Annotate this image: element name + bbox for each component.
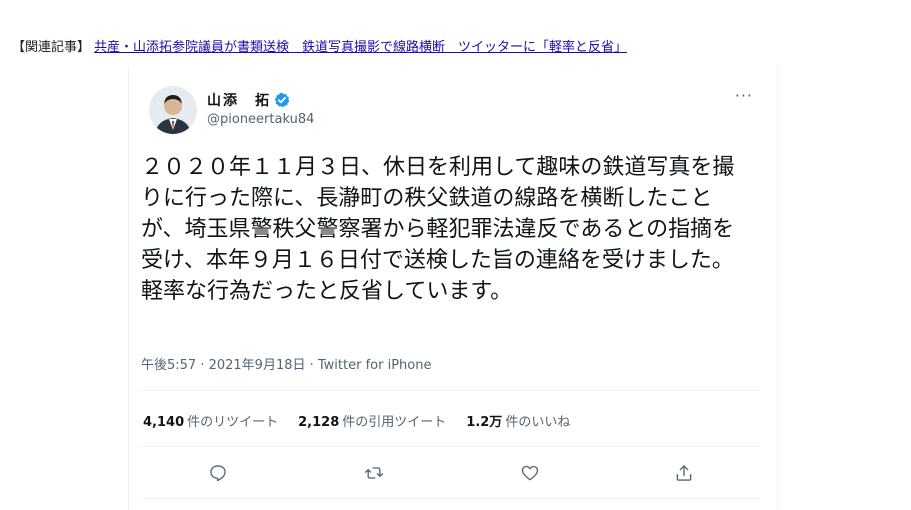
like-icon [521, 465, 539, 481]
divider [141, 498, 761, 499]
more-options-button[interactable]: ··· [735, 88, 753, 104]
verified-badge-icon [274, 92, 290, 108]
related-article: 【関連記事】 共産・山添拓参院議員が書類送検 鉄道写真撮影で線路横断 ツイッターに… [12, 36, 627, 55]
related-article-link[interactable]: 共産・山添拓参院議員が書類送検 鉄道写真撮影で線路横断 ツイッターに「軽率と反省… [94, 40, 627, 55]
share-button[interactable] [669, 458, 699, 488]
quotes-count: 2,128 [298, 415, 340, 430]
reply-button[interactable] [203, 458, 233, 488]
retweets-stat[interactable]: 4,140 件のリツイート [143, 411, 278, 430]
tweet-text: ２０２０年１１月３日、休日を利用して趣味の鉄道写真を撮りに行った際に、長瀞町の秩… [141, 155, 735, 304]
retweet-button[interactable] [359, 458, 389, 488]
divider [141, 446, 761, 447]
author-name[interactable]: 山添 拓 [207, 90, 271, 110]
author-handle[interactable]: @pioneertaku84 [207, 112, 314, 127]
related-article-prefix: 【関連記事】 [12, 40, 91, 55]
share-icon [676, 465, 692, 481]
author-block: 山添 拓 @pioneertaku84 [207, 90, 314, 127]
like-button[interactable] [515, 458, 545, 488]
likes-label: 件のいいね [505, 415, 571, 430]
divider [141, 390, 761, 391]
quotes-label: 件の引用ツイート [342, 415, 447, 430]
avatar-photo-icon [149, 86, 197, 134]
retweets-label: 件のリツイート [187, 415, 279, 430]
avatar[interactable] [149, 86, 197, 134]
page: 【関連記事】 共産・山添拓参院議員が書類送検 鉄道写真撮影で線路横断 ツイッターに… [0, 0, 911, 510]
retweet-icon [365, 467, 383, 479]
likes-count: 1.2万 [466, 415, 503, 430]
tweet-actions [141, 458, 761, 488]
embedded-tweet: 山添 拓 @pioneertaku84 ··· ２０２０年１１月３日、休日を利用… [128, 66, 778, 510]
engagement-stats: 4,140 件のリツイート 2,128 件の引用ツイート 1.2万 件のいいね [143, 411, 570, 430]
quotes-stat[interactable]: 2,128 件の引用ツイート [298, 411, 446, 430]
likes-stat[interactable]: 1.2万 件のいいね [466, 411, 570, 430]
retweets-count: 4,140 [143, 415, 185, 430]
tweet-timestamp[interactable]: 午後5:57 · 2021年9月18日 · Twitter for iPhone [141, 354, 431, 373]
reply-icon [210, 465, 226, 482]
